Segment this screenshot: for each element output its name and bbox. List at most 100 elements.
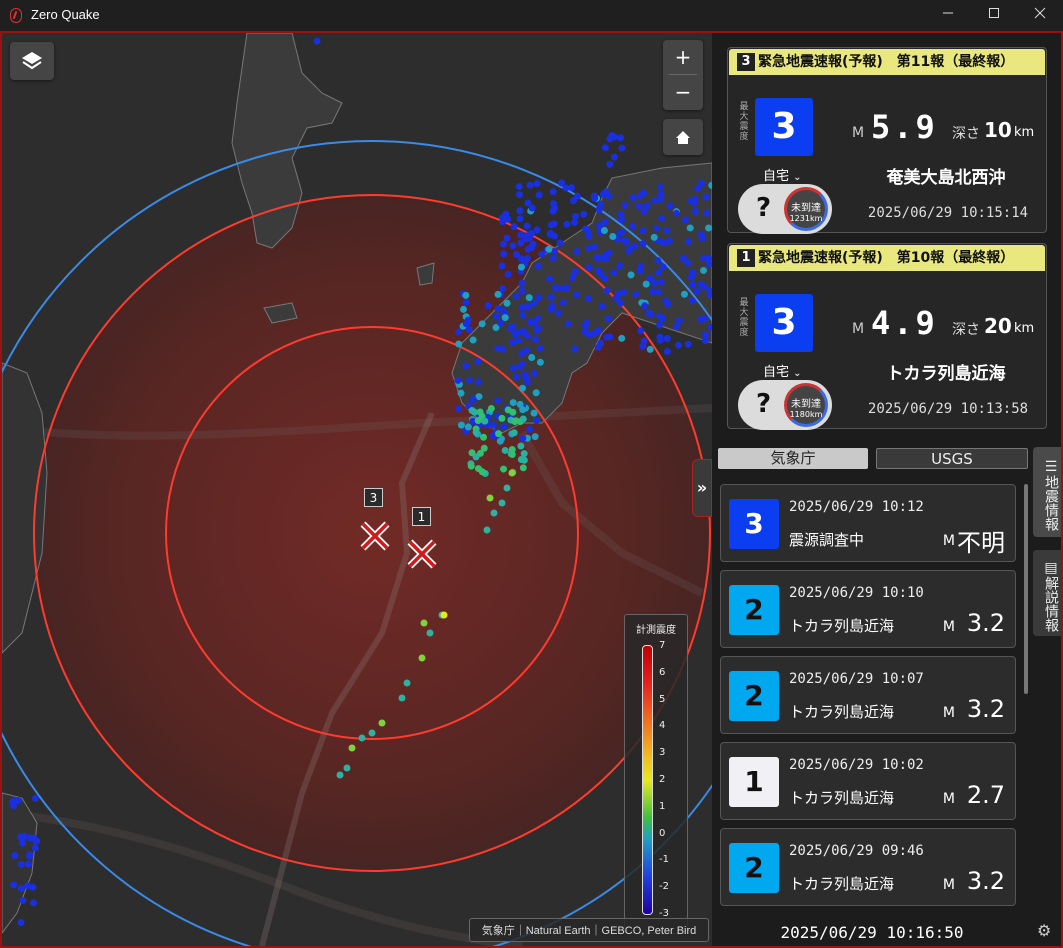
quake-region: トカラ列島近海 [789,875,895,893]
side-tab-quake-info-label: 地震情報 [1043,475,1059,531]
quake-list-item[interactable]: 2 2025/06/29 09:46 トカラ列島近海 M 3.2 [720,828,1016,906]
magnitude-prefix: M [852,321,865,337]
legend-tick: 7 [659,640,666,651]
epicenter-label-1: 1 [412,507,431,526]
quake-list-item[interactable]: 2 2025/06/29 10:10 トカラ列島近海 M 3.2 [720,570,1016,648]
side-tab-quake-info[interactable]: ☰地震情報 [1033,447,1061,537]
eew-number: 1 [737,249,755,267]
arrival-countdown: 未到達 1231km [784,187,828,231]
chevron-down-icon: ⌄ [793,172,802,183]
map-view[interactable]: 3 1 + − 計測震度 7 6 5 4 3 2 1 0 -1 -2 -3 気象庁｜Natural … [2,33,712,946]
max-intensity-value: 3 [755,98,813,156]
app-title: Zero Quake [31,7,100,22]
document-icon: ▤ [1043,560,1059,576]
gear-icon: ⚙ [1037,921,1052,940]
settings-button[interactable]: ⚙ [1037,921,1051,940]
arrival-status: 未到達 [791,203,821,214]
depth-value: 10 [984,118,1012,142]
eew-card[interactable]: 1 緊急地震速報(予報) 第10報（最終報） 最大震度 3 M 4.9 深さ 20 km 自宅 ⌄… [727,243,1047,430]
zoom-control: + − [663,40,703,110]
current-time: 2025/06/29 10:16:50 [780,923,964,942]
maximize-button[interactable] [971,0,1017,31]
magnitude-value: 4.9 [871,304,938,342]
layers-icon [22,52,42,70]
source-tabs: 気象庁 USGS [718,447,1028,471]
depth-label: 深さ [952,126,980,142]
quake-time: 2025/06/29 10:10 [789,585,924,601]
quake-magnitude: 3.2 [966,695,1005,723]
list-icon: ☰ [1043,459,1059,475]
eew-title: 緊急地震速報(予報) 第10報（最終報） [758,250,1015,266]
legend-color-bar [642,645,653,915]
home-label: 自宅 [763,169,790,184]
epicenter-region: トカラ列島近海 [886,364,1006,384]
quake-region: トカラ列島近海 [789,789,895,807]
quake-list-item[interactable]: 3 2025/06/29 10:12 震源調査中 M 不明 [720,484,1016,562]
eew-number: 3 [737,53,755,71]
quake-intensity-badge: 3 [729,499,779,549]
maximize-icon [989,8,999,18]
close-button[interactable] [1017,0,1063,31]
epicenter-region: 奄美大島北西沖 [886,168,1006,188]
depth-unit: km [1014,321,1035,336]
zoom-in-button[interactable]: + [663,40,703,74]
distance: 1231km [789,214,823,223]
legend-tick: -1 [659,854,669,866]
arrival-status: 未到達 [791,399,821,410]
magnitude-value: 5.9 [871,108,938,146]
quake-region: トカラ列島近海 [789,617,895,635]
max-intensity-label: 最大震度 [739,102,749,142]
eew-header: 3 緊急地震速報(予報) 第11報（最終報） [729,49,1045,75]
quake-intensity-badge: 1 [729,757,779,807]
tab-jma[interactable]: 気象庁 [718,448,868,469]
legend-tick: 0 [659,827,666,839]
home-intensity-pill: ? 未到達 1231km [738,184,832,234]
layers-button[interactable] [10,42,54,80]
quake-mag-prefix: M [942,533,955,549]
max-intensity-label: 最大震度 [739,298,749,338]
home-intensity: ? [756,193,772,223]
minimize-icon [943,12,953,14]
magnitude-prefix: M [852,125,865,141]
minimize-button[interactable] [925,0,971,31]
list-scrollbar[interactable] [1024,484,1028,694]
quake-list-item[interactable]: 2 2025/06/29 10:07 トカラ列島近海 M 3.2 [720,656,1016,734]
legend-tick: 2 [659,774,666,785]
quake-mag-prefix: M [942,791,955,807]
panel-collapse-button[interactable]: » [692,459,712,517]
quake-time: 2025/06/29 09:46 [789,843,924,859]
quake-region: トカラ列島近海 [789,703,895,721]
side-tab-commentary-label: 解説情報 [1043,576,1059,632]
quake-magnitude: 2.7 [966,781,1005,809]
legend-title: 計測震度 [636,625,676,636]
quake-intensity-badge: 2 [729,585,779,635]
arrival-countdown: 未到達 1180km [784,383,828,427]
epicenter-label-3: 3 [364,488,383,507]
quake-list-item[interactable]: 1 2025/06/29 10:02 トカラ列島近海 M 2.7 [720,742,1016,820]
side-tab-commentary[interactable]: ▤解説情報 [1033,550,1061,636]
home-view-button[interactable] [663,119,703,155]
legend-tick: 4 [659,720,666,732]
home-label: 自宅 [763,365,790,380]
home-location-dropdown[interactable]: 自宅 ⌄ [763,361,802,380]
quake-list[interactable]: 3 2025/06/29 10:12 震源調査中 M 不明 2 2025/06/29 10:… [718,484,1016,914]
quake-region: 震源調査中 [789,531,865,549]
map-canvas[interactable] [2,33,712,946]
max-intensity-value: 3 [755,294,813,352]
quake-time: 2025/06/29 10:07 [789,671,924,687]
eew-time: 2025/06/29 10:13:58 [867,401,1029,417]
quake-magnitude: 3.2 [966,609,1005,637]
eew-card[interactable]: 3 緊急地震速報(予報) 第11報（最終報） 最大震度 3 M 5.9 深さ 10 km 自宅 ⌄… [727,47,1047,234]
home-location-dropdown[interactable]: 自宅 ⌄ [763,165,802,184]
legend-tick: 3 [659,747,666,759]
quake-intensity-badge: 2 [729,843,779,893]
tab-usgs[interactable]: USGS [876,448,1028,469]
zoom-out-button[interactable]: − [663,75,703,109]
home-icon [676,131,690,144]
legend-tick: 1 [659,800,666,812]
close-icon [1034,7,1046,19]
map-attribution[interactable]: 気象庁｜Natural Earth｜GEBCO, Peter Bird [469,918,709,942]
chevron-down-icon: ⌄ [793,368,802,379]
eew-title: 緊急地震速報(予報) 第11報（最終報） [758,54,1015,70]
quake-time: 2025/06/29 10:12 [789,499,924,515]
